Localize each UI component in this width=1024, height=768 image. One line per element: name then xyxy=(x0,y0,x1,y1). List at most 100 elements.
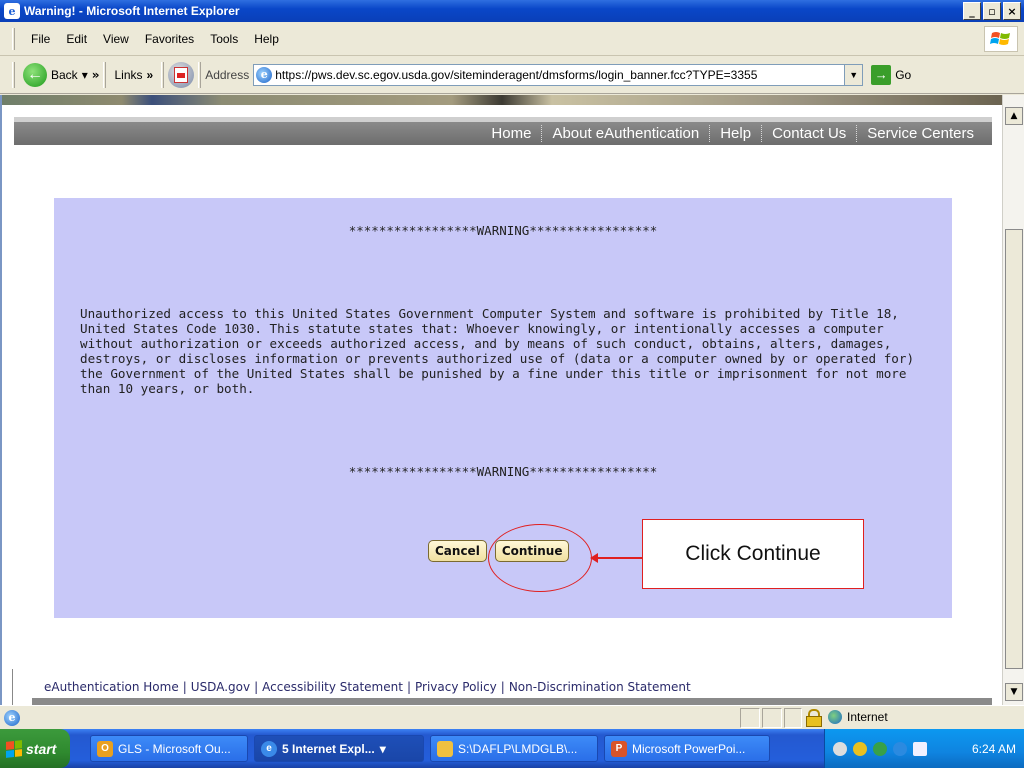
pdf-grip[interactable] xyxy=(161,61,165,88)
status-page-icon: e xyxy=(4,709,20,726)
footer-link-privacy[interactable]: Privacy Policy xyxy=(415,680,497,694)
status-cell xyxy=(784,708,802,728)
task-label: GLS - Microsoft Ou... xyxy=(118,741,231,756)
tray-security-icon[interactable] xyxy=(853,741,867,756)
page-ie-icon: e xyxy=(256,66,273,83)
warning-text: Unauthorized access to this United State… xyxy=(80,306,915,396)
highlight-circle xyxy=(488,524,592,592)
links-button[interactable]: Links » xyxy=(110,66,157,84)
site-nav-bar: Home About eAuthentication Help Contact … xyxy=(14,122,992,145)
status-cell xyxy=(762,708,782,728)
windows-flag-icon xyxy=(6,739,22,758)
menu-help[interactable]: Help xyxy=(246,30,287,48)
warning-footer: *****************WARNING****************… xyxy=(348,464,658,479)
back-arrow-icon: ← xyxy=(23,62,47,87)
scroll-down-icon[interactable]: ▼ xyxy=(1005,683,1023,701)
back-label: Back xyxy=(51,67,78,82)
task-internet-explorer[interactable]: e 5 Internet Expl... ▾ xyxy=(254,735,424,762)
minimize-button[interactable]: _ xyxy=(963,2,981,20)
links-grip[interactable] xyxy=(103,61,107,88)
start-label: start xyxy=(26,740,57,757)
windows-taskbar: start O GLS - Microsoft Ou... e 5 Intern… xyxy=(0,729,1024,768)
tray-wrench-icon[interactable] xyxy=(833,741,847,756)
links-chevron-icon: » xyxy=(146,67,154,82)
secure-lock-icon[interactable] xyxy=(806,709,822,727)
menu-bar: File Edit View Favorites Tools Help xyxy=(0,22,1024,56)
callout-text: Click Continue xyxy=(685,542,821,565)
footer-bar xyxy=(32,698,992,705)
header-banner-image xyxy=(2,95,1002,105)
warning-panel: *****************WARNING****************… xyxy=(54,198,952,618)
toolbar-chevron-icon[interactable]: » xyxy=(92,68,100,82)
adobe-pdf-icon[interactable] xyxy=(168,61,195,88)
ie-app-icon: e xyxy=(4,3,20,19)
security-zone[interactable]: Internet xyxy=(828,710,888,724)
dropdown-arrow-icon[interactable]: ▾ xyxy=(82,68,88,82)
internet-globe-icon xyxy=(828,710,842,724)
navigation-toolbar: ← Back ▾ » Links » Address e https://pws… xyxy=(0,56,1024,94)
windows-logo-icon xyxy=(984,26,1018,52)
menu-file[interactable]: File xyxy=(23,30,58,48)
address-dropdown-icon[interactable]: ▼ xyxy=(844,64,863,85)
clock[interactable]: 6:24 AM xyxy=(972,742,1016,756)
footer-separator: | xyxy=(254,680,259,694)
footer-link-non-discrimination[interactable]: Non-Discrimination Statement xyxy=(509,680,691,694)
task-label: 5 Internet Expl... xyxy=(282,741,375,756)
ie-task-icon: e xyxy=(261,740,277,757)
callout-box: Click Continue xyxy=(642,519,864,589)
menu-grip[interactable] xyxy=(12,27,15,50)
outlook-icon: O xyxy=(97,740,113,757)
go-label: Go xyxy=(895,67,912,82)
scroll-up-icon[interactable]: ▲ xyxy=(1005,107,1023,125)
tray-network-icon[interactable] xyxy=(873,741,887,756)
go-arrow-icon: → xyxy=(871,64,892,85)
zone-label: Internet xyxy=(847,710,888,724)
close-button[interactable]: × xyxy=(1003,2,1021,20)
task-folder[interactable]: S:\DAFLP\LMDGLB\... xyxy=(430,735,598,762)
task-outlook[interactable]: O GLS - Microsoft Ou... xyxy=(90,735,248,762)
warning-header: *****************WARNING****************… xyxy=(348,223,658,238)
address-grip[interactable] xyxy=(198,61,202,88)
footer-separator: | xyxy=(182,680,187,694)
tray-connection-icon[interactable] xyxy=(893,741,907,756)
footer-separator: | xyxy=(406,680,411,694)
status-bar: e Internet xyxy=(0,705,1024,729)
menu-tools[interactable]: Tools xyxy=(202,30,246,48)
callout-arrow-line xyxy=(594,557,642,559)
back-button[interactable]: ← Back ▾ xyxy=(19,61,92,89)
task-label: Microsoft PowerPoi... xyxy=(632,741,746,756)
window-title-bar[interactable]: e Warning! - Microsoft Internet Explorer… xyxy=(0,0,1024,22)
footer-link-eauth-home[interactable]: eAuthentication Home xyxy=(44,680,179,694)
window-controls: _ ▫ × xyxy=(963,2,1021,20)
go-button[interactable]: → Go xyxy=(871,64,912,85)
task-powerpoint[interactable]: P Microsoft PowerPoi... xyxy=(604,735,770,762)
toolbar-grip[interactable] xyxy=(12,61,15,88)
status-cell xyxy=(740,708,760,728)
nav-about[interactable]: About eAuthentication xyxy=(541,125,709,142)
menu-view[interactable]: View xyxy=(95,30,137,48)
nav-home[interactable]: Home xyxy=(481,125,541,142)
maximize-button[interactable]: ▫ xyxy=(983,2,1001,20)
address-value[interactable]: https://pws.dev.sc.egov.usda.gov/sitemin… xyxy=(275,68,757,82)
tray-shield-icon[interactable] xyxy=(913,741,927,756)
task-label: S:\DAFLP\LMDGLB\... xyxy=(458,741,578,756)
callout-arrow-icon xyxy=(590,553,598,563)
menu-favorites[interactable]: Favorites xyxy=(137,30,202,48)
footer-links: eAuthentication Home | USDA.gov | Accessibil… xyxy=(44,680,691,694)
start-button[interactable]: start xyxy=(0,729,70,768)
window-title: Warning! - Microsoft Internet Explorer xyxy=(24,4,240,18)
menu-edit[interactable]: Edit xyxy=(58,30,95,48)
footer-link-usda[interactable]: USDA.gov xyxy=(191,680,250,694)
nav-service-centers[interactable]: Service Centers xyxy=(856,125,984,142)
nav-help[interactable]: Help xyxy=(709,125,761,142)
footer-corner xyxy=(12,669,32,705)
links-label: Links xyxy=(114,67,143,82)
address-bar[interactable]: e https://pws.dev.sc.egov.usda.gov/sitem… xyxy=(253,63,864,86)
nav-contact[interactable]: Contact Us xyxy=(761,125,856,142)
folder-icon xyxy=(437,740,453,757)
vertical-scrollbar[interactable]: ▲ ▼ xyxy=(1002,95,1024,705)
footer-separator: | xyxy=(500,680,505,694)
footer-link-accessibility[interactable]: Accessibility Statement xyxy=(262,680,403,694)
cancel-button[interactable]: Cancel xyxy=(428,540,487,562)
scroll-thumb[interactable] xyxy=(1005,229,1023,669)
